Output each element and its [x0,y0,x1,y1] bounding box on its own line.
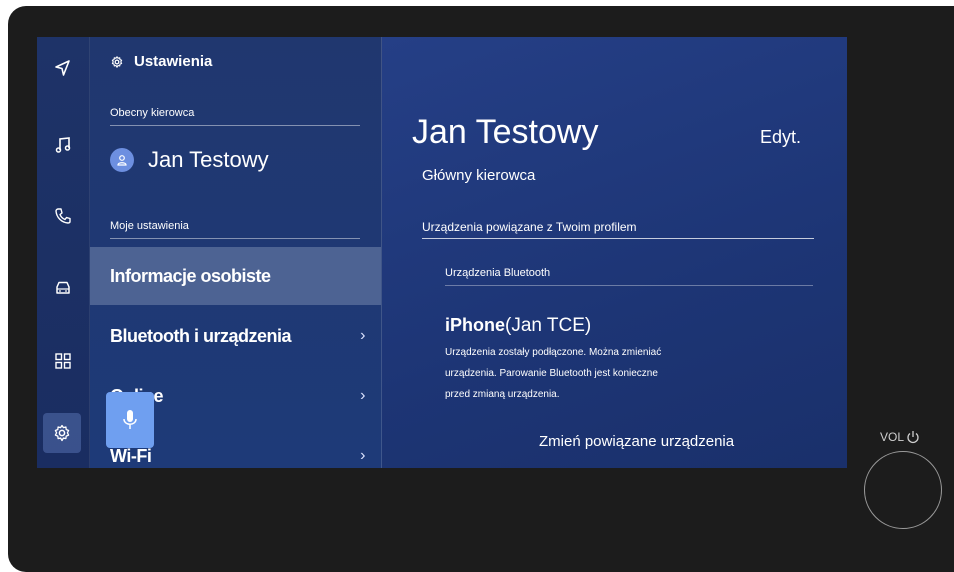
current-driver-name: Jan Testowy [148,147,269,172]
volume-text: VOL [880,430,905,444]
device-name: iPhone [445,315,506,335]
apps-icon[interactable] [37,341,89,381]
profile-detail-panel: Jan Testowy Edyt. Główny kierowca Urządz… [382,37,847,468]
menu-item-personal-info[interactable]: Informacje osobiste [90,247,381,305]
page-title: Ustawienia [134,53,213,70]
volume-knob[interactable] [864,451,942,529]
linked-devices-label: Urządzenia powiązane z Twoim profilem [422,220,637,234]
infotainment-screen: Ustawienia Obecny kierowca Jan Testowy M… [37,37,847,468]
current-driver[interactable]: Jan Testowy [110,147,269,173]
chevron-right-icon: › [360,387,365,404]
menu-item-bluetooth[interactable]: Bluetooth i urządzenia › [90,307,381,365]
phone-icon[interactable] [37,196,89,236]
device-description: Urządzenia zostały podłączone. Można zmi… [445,347,662,400]
person-icon [117,155,127,166]
bluetooth-devices-label: Urządzenia Bluetooth [445,267,551,279]
navigation-icon[interactable] [37,48,89,88]
menu-item-label: Wi-Fi [110,445,152,466]
microphone-icon [123,410,137,429]
music-icon[interactable] [37,125,89,165]
my-settings-label: Moje ustawienia [110,220,189,232]
car-icon[interactable] [37,268,89,308]
device-owner: (Jan TCE) [505,315,592,336]
profile-name: Jan Testowy [412,113,599,151]
settings-icon[interactable] [43,413,81,453]
avatar [110,148,134,172]
driver-role: Główny kierowca [422,167,536,184]
volume-label: VOL [880,430,920,444]
divider [422,238,814,239]
menu-item-label: Informacje osobiste [110,265,271,286]
left-rail [37,37,90,468]
chevron-right-icon: › [360,447,365,464]
change-linked-devices-button[interactable]: Zmień powiązane urządzenia [539,433,734,450]
current-driver-label: Obecny kierowca [110,107,195,119]
settings-header: Ustawienia [110,53,212,70]
voice-assistant-button[interactable] [106,392,154,448]
divider [110,125,360,126]
divider [110,238,360,239]
edit-button[interactable]: Edyt. [760,127,801,148]
chevron-right-icon: › [360,327,365,344]
menu-item-label: Bluetooth i urządzenia [110,325,292,346]
divider [445,285,813,286]
paired-device: iPhone(Jan TCE) [445,315,591,337]
power-icon [907,431,919,444]
settings-gear-icon [111,55,123,68]
